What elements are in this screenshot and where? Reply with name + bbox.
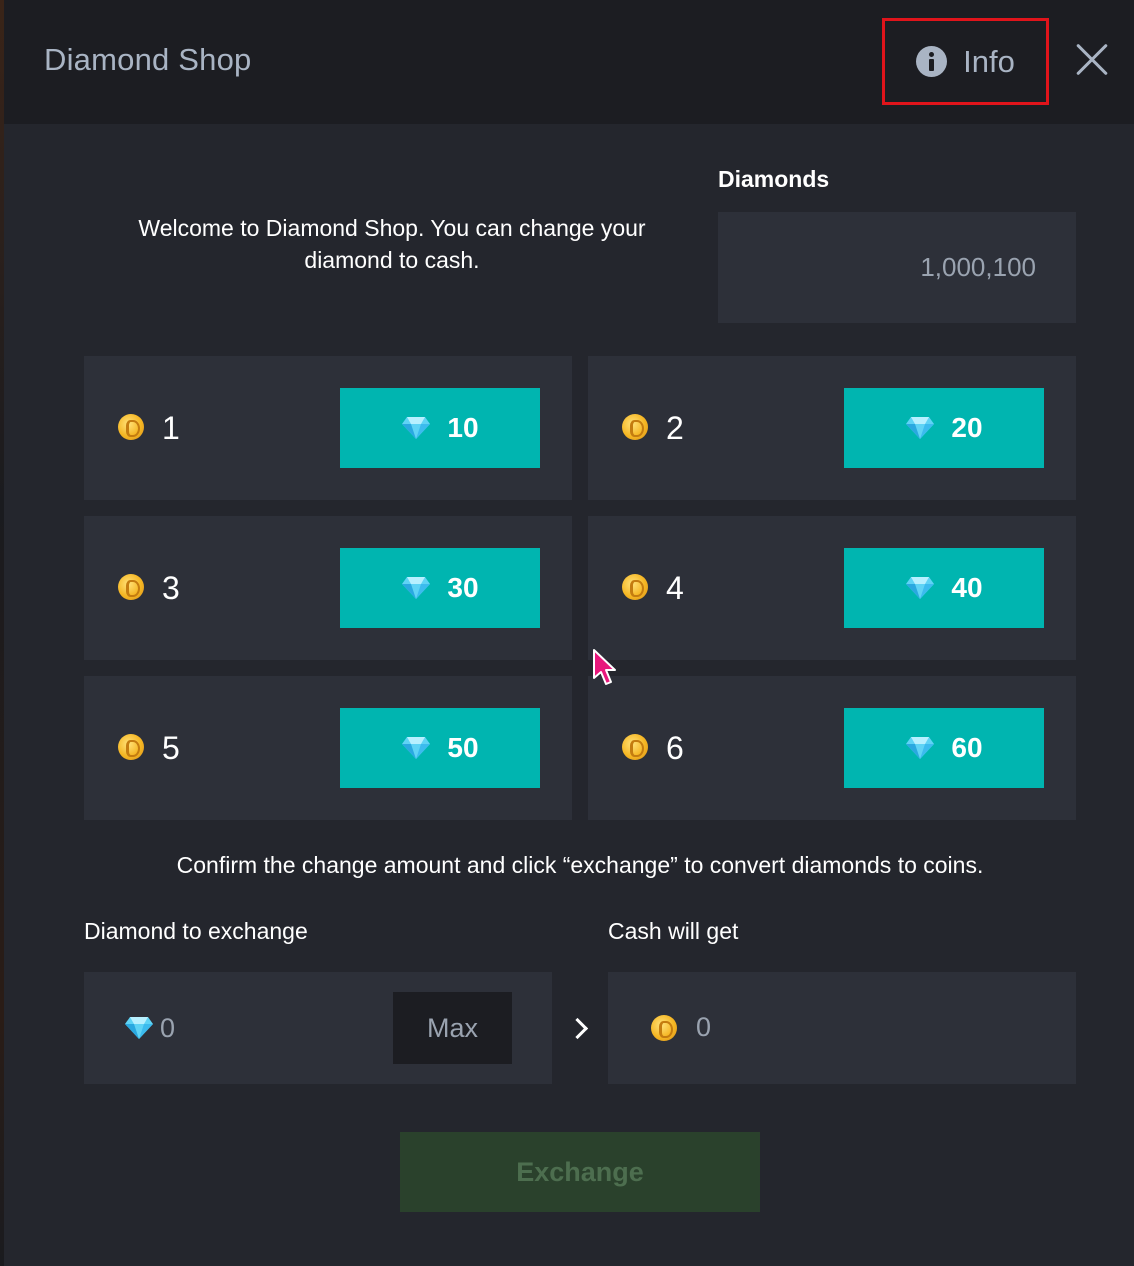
cursor-icon: [592, 648, 616, 686]
diamond-icon: [124, 1016, 154, 1040]
diamonds-balance-label: Diamonds: [718, 166, 830, 192]
chevron-right-icon: [570, 1018, 588, 1040]
cash-result-field: 0: [608, 972, 1076, 1084]
package-buy-button[interactable]: 40: [844, 548, 1044, 628]
package-tile: 5 50: [84, 676, 572, 820]
package-coin-amount: 6: [666, 730, 684, 766]
package-buy-button[interactable]: 50: [340, 708, 540, 788]
diamond-icon: [905, 736, 935, 760]
package-coin-amount: 2: [666, 410, 684, 446]
diamond-icon: [401, 576, 431, 600]
package-buy-button[interactable]: 10: [340, 388, 540, 468]
package-tile: 2 20: [588, 356, 1076, 500]
package-tile: 3 30: [84, 516, 572, 660]
info-button-label: Info: [963, 43, 1015, 79]
diamond-amount-input[interactable]: [160, 1010, 360, 1046]
package-buy-button[interactable]: 20: [844, 388, 1044, 468]
modal-title: Diamond Shop: [44, 42, 252, 77]
info-button[interactable]: Info: [882, 18, 1049, 105]
diamond-icon: [905, 416, 935, 440]
cash-will-get-label: Cash will get: [608, 918, 739, 944]
coin-icon: [118, 574, 144, 600]
package-tile: 6 60: [588, 676, 1076, 820]
package-coin-amount: 3: [162, 570, 180, 606]
coin-icon: [622, 414, 648, 440]
diamonds-balance-value: 1,000,100: [920, 252, 1036, 282]
close-icon[interactable]: [1074, 42, 1110, 78]
package-diamond-price: 20: [951, 412, 983, 443]
confirm-instructions: Confirm the change amount and click “exc…: [176, 852, 984, 878]
coin-icon: [118, 414, 144, 440]
diamond-icon: [401, 736, 431, 760]
package-diamond-price: 40: [951, 572, 983, 603]
package-buy-button[interactable]: 60: [844, 708, 1044, 788]
coin-icon: [651, 1015, 677, 1041]
package-coin-amount: 1: [162, 410, 180, 446]
package-diamond-price: 50: [447, 732, 479, 763]
coin-icon: [118, 734, 144, 760]
package-diamond-price: 30: [447, 572, 479, 603]
package-coin-amount: 5: [162, 730, 180, 766]
diamond-icon: [905, 576, 935, 600]
exchange-button[interactable]: Exchange: [400, 1132, 760, 1212]
package-grid: 1 10 2 20 3 30 4 40 5 50 6 60: [84, 356, 1076, 820]
package-tile: 4 40: [588, 516, 1076, 660]
welcome-text: Welcome to Diamond Shop. You can change …: [138, 215, 646, 273]
diamond-icon: [401, 416, 431, 440]
diamonds-balance-box: 1,000,100: [718, 212, 1076, 323]
package-buy-button[interactable]: 30: [340, 548, 540, 628]
diamond-shop-modal: Diamond Shop Info Welcome to Diamond Sho…: [4, 0, 1134, 1266]
max-button[interactable]: Max: [393, 992, 512, 1064]
coin-icon: [622, 734, 648, 760]
modal-header: Diamond Shop Info: [4, 0, 1134, 124]
package-tile: 1 10: [84, 356, 572, 500]
package-coin-amount: 4: [666, 570, 684, 606]
info-icon: [916, 46, 948, 77]
coin-icon: [622, 574, 648, 600]
diamond-exchange-field: Max: [84, 972, 552, 1084]
diamond-to-exchange-label: Diamond to exchange: [84, 918, 308, 944]
cash-result-value: 0: [696, 1012, 712, 1042]
package-diamond-price: 10: [447, 412, 479, 443]
package-diamond-price: 60: [951, 732, 983, 763]
